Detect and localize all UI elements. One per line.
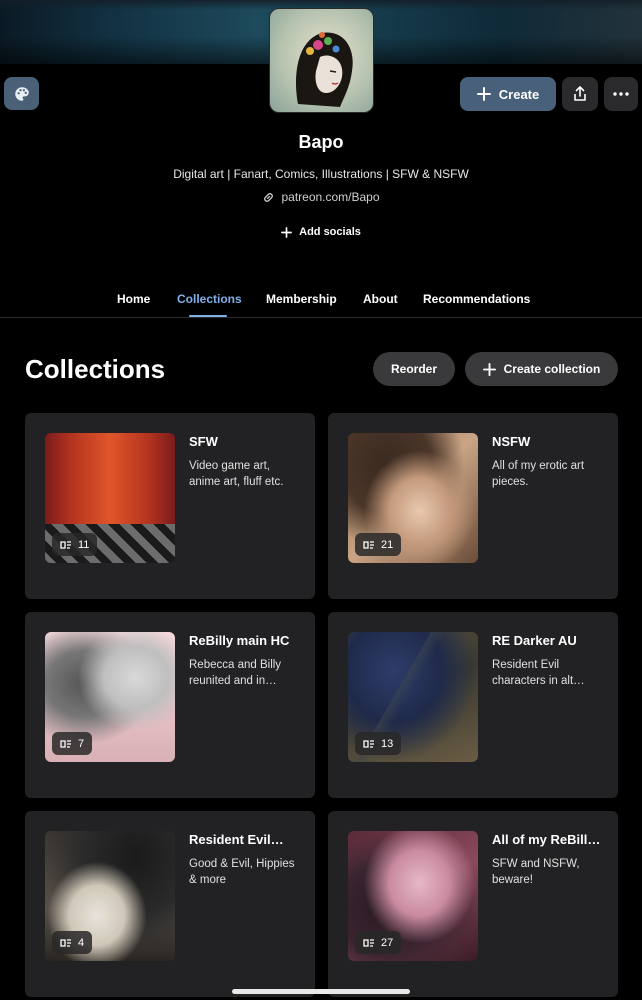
avatar-art [296,32,353,107]
post-count-badge: 21 [355,533,402,556]
creator-link-text: patreon.com/Bapo [281,190,380,204]
collection-title: NSFW [492,434,531,449]
tab-about[interactable]: About [363,292,398,306]
active-tab-indicator [189,315,227,317]
post-count-badge: 7 [52,732,93,755]
collection-thumbnail: 11 [45,433,175,563]
collection-description: Rebecca and Billy reunited and in… [189,659,282,687]
reorder-label: Reorder [390,362,437,376]
tab-collections[interactable]: Collections [177,292,242,306]
post-count-badge: 4 [52,931,93,954]
creator-name: Bapo [298,132,344,152]
collection-description: All of my erotic art pieces. [492,460,585,488]
home-indicator[interactable] [232,989,410,994]
share-button[interactable] [562,77,598,111]
collection-description: Video game art, anime art, fluff etc. [189,460,284,488]
collection-card[interactable]: 13 RE Darker AU Resident Evil characters… [328,612,618,798]
collection-thumbnail: 27 [348,831,478,961]
collection-card[interactable]: 7 ReBilly main HC Rebecca and Billy reun… [25,612,315,798]
create-button-label: Create [498,86,540,102]
posts-icon [60,739,71,748]
post-count: 21 [381,538,394,551]
collection-card[interactable]: 11 SFW Video game art, anime art, fluff … [25,413,315,599]
posts-icon [60,938,71,947]
theme-button[interactable] [4,77,39,110]
palette-icon [14,86,29,101]
page-title: Collections [25,354,166,384]
collection-thumbnail: 13 [348,632,478,762]
collection-title: SFW [189,434,218,449]
create-collection-label: Create collection [503,362,601,376]
collection-thumbnail: 4 [45,831,175,961]
collection-thumbnail: 7 [45,632,175,762]
post-count: 4 [78,936,85,949]
post-count-badge: 11 [52,533,98,556]
plus-icon [281,226,293,238]
post-count: 13 [381,737,394,750]
collection-card[interactable]: 27 All of my ReBill… SFW and NSFW, bewar… [328,811,618,997]
link-icon [264,192,274,202]
collection-title: RE Darker AU [492,633,577,648]
posts-icon [363,739,374,748]
plus-icon [476,87,491,101]
add-socials-label: Add socials [299,226,361,238]
add-socials-button[interactable]: Add socials [0,226,642,238]
collection-description: SFW and NSFW, beware! [492,858,580,886]
more-options-button[interactable] [604,77,638,111]
share-icon [574,86,586,101]
post-count: 7 [78,737,85,750]
tab-recommendations[interactable]: Recommendations [423,292,530,306]
tab-home[interactable]: Home [117,292,150,306]
more-icon [613,92,629,96]
collection-card[interactable]: 21 NSFW All of my erotic art pieces. [328,413,618,599]
post-count: 27 [381,936,394,949]
collection-title: Resident Evil… [189,832,284,847]
tab-membership[interactable]: Membership [266,292,337,306]
creator-avatar[interactable] [269,8,374,113]
create-button[interactable]: Create [460,77,556,111]
reorder-button[interactable]: Reorder [373,352,455,386]
plus-icon [482,362,496,376]
creator-tagline: Digital art | Fanart, Comics, Illustrati… [173,167,469,181]
post-count-badge: 27 [355,931,402,954]
collection-description: Resident Evil characters in alt… [492,659,585,687]
post-count-badge: 13 [355,732,402,755]
posts-icon [363,540,374,549]
post-count: 11 [78,538,90,551]
creator-link[interactable]: patreon.com/Bapo [0,190,642,204]
collection-card[interactable]: 4 Resident Evil… Good & Evil, Hippies & … [25,811,315,997]
posts-icon [363,938,374,947]
collection-description: Good & Evil, Hippies & more [189,858,295,886]
collection-title: ReBilly main HC [189,633,290,648]
collection-title: All of my ReBill… [492,832,601,847]
create-collection-button[interactable]: Create collection [465,352,618,386]
posts-icon [60,540,71,549]
profile-tabs: Home Collections Membership About Recomm… [0,290,642,318]
collection-thumbnail: 21 [348,433,478,563]
